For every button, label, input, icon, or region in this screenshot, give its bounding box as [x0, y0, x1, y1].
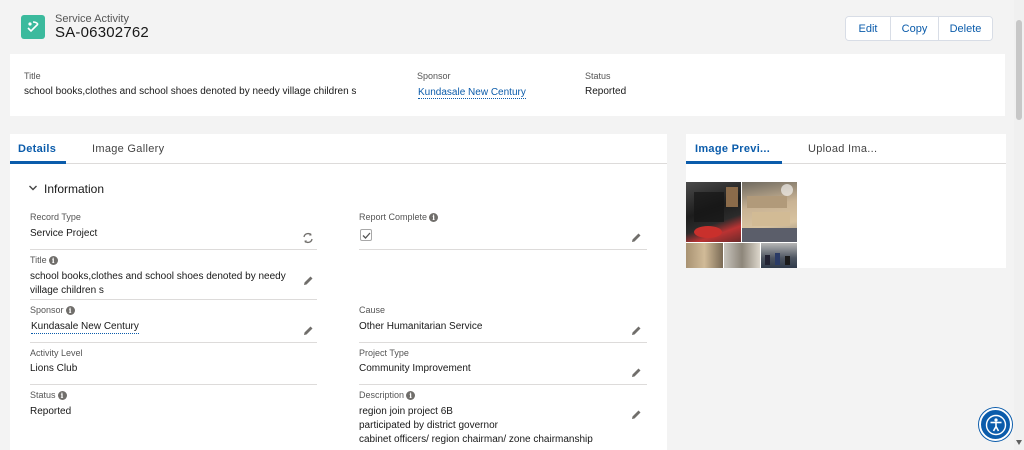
tab-details[interactable]: Details [18, 143, 56, 155]
accessibility-icon [985, 414, 1006, 435]
description-line: participated by district governor [359, 420, 498, 431]
record-actions: Edit Copy Delete [845, 16, 993, 41]
edit-project-type-pencil-icon[interactable] [630, 366, 642, 378]
title-value: school books,clothes and school shoes de… [30, 271, 286, 296]
record-header: Service Activity SA-06302762 Edit Copy D… [0, 0, 1014, 54]
photo-thumbnail[interactable] [761, 243, 797, 268]
description-line: cabinet officers/ region chairman/ zone … [359, 434, 593, 445]
record-type-label: Record Type [30, 212, 81, 222]
tab-image-preview[interactable]: Image Previ... [695, 143, 770, 155]
field-divider [30, 384, 317, 385]
edit-description-pencil-icon[interactable] [630, 408, 642, 420]
photo-thumbnail[interactable] [724, 243, 760, 268]
section-title: Information [44, 182, 105, 196]
cause-label: Cause [359, 305, 386, 315]
tab-upload-image[interactable]: Upload Ima... [808, 143, 877, 155]
page-scrollbar[interactable] [1014, 0, 1024, 450]
title-label: Title i [30, 255, 58, 265]
activity-level-value: Lions Club [30, 363, 78, 374]
record-name: SA-06302762 [55, 24, 149, 41]
info-icon[interactable]: i [406, 390, 416, 400]
record-type-value: Service Project [30, 228, 98, 239]
field-divider [359, 342, 647, 343]
scrollbar-thumb[interactable] [1016, 20, 1022, 120]
tab-image-gallery[interactable]: Image Gallery [92, 143, 164, 155]
main-tabs: Details Image Gallery [10, 134, 667, 164]
section-information-toggle[interactable]: Information [28, 182, 104, 196]
image-preview-card: Image Previ... Upload Ima... [686, 134, 1006, 268]
copy-button[interactable]: Copy [890, 17, 938, 40]
edit-report-complete-pencil-icon[interactable] [630, 231, 642, 243]
status-value: Reported [30, 406, 72, 417]
edit-sponsor-pencil-icon[interactable] [302, 324, 314, 336]
photo-thumbnail[interactable] [742, 182, 797, 242]
details-card: Details Image Gallery Information Record… [10, 134, 667, 450]
info-icon[interactable]: i [57, 390, 67, 400]
description-line: region join project 6B [359, 406, 453, 417]
report-complete-checkbox [360, 229, 372, 241]
change-record-type-icon[interactable] [302, 231, 314, 244]
highlight-title-label: Title [24, 71, 41, 81]
field-divider [359, 384, 647, 385]
highlight-status-label: Status [585, 71, 611, 81]
edit-cause-pencil-icon[interactable] [630, 324, 642, 336]
field-divider [359, 249, 647, 250]
active-tab-indicator [686, 161, 782, 164]
edit-title-pencil-icon[interactable] [302, 274, 314, 286]
highlight-title-value: school books,clothes and school shoes de… [24, 86, 357, 97]
highlight-sponsor-link[interactable]: Kundasale New Century [418, 87, 526, 99]
edit-button[interactable]: Edit [846, 17, 890, 40]
highlight-status-value: Reported [585, 86, 627, 97]
field-divider [30, 299, 317, 300]
highlights-panel: Title school books,clothes and school sh… [10, 54, 1005, 116]
info-icon[interactable]: i [429, 212, 439, 222]
status-label: Status i [30, 390, 67, 400]
info-icon[interactable]: i [65, 305, 75, 315]
cause-value: Other Humanitarian Service [359, 321, 483, 332]
photo-thumbnail[interactable] [686, 243, 723, 268]
project-type-label: Project Type [359, 348, 409, 358]
photo-thumbnail[interactable] [686, 182, 741, 242]
activity-level-label: Activity Level [30, 348, 83, 358]
service-activity-icon [21, 15, 45, 39]
sponsor-link[interactable]: Kundasale New Century [31, 320, 139, 334]
preview-tabs: Image Previ... Upload Ima... [686, 134, 1006, 164]
checkmark-icon [362, 232, 370, 239]
accessibility-button[interactable] [979, 408, 1012, 441]
info-icon[interactable]: i [48, 255, 58, 265]
field-divider [30, 342, 317, 343]
report-complete-label: Report Complete i [359, 212, 439, 222]
project-type-value: Community Improvement [359, 363, 471, 374]
sponsor-label: Sponsor i [30, 305, 75, 315]
chevron-down-icon [28, 182, 38, 196]
field-divider [30, 249, 317, 250]
delete-button[interactable]: Delete [938, 17, 992, 40]
scroll-down-arrow-icon[interactable] [1016, 440, 1022, 445]
active-tab-indicator [10, 161, 66, 164]
description-label: Description i [359, 390, 416, 400]
highlight-sponsor-label: Sponsor [417, 71, 451, 81]
